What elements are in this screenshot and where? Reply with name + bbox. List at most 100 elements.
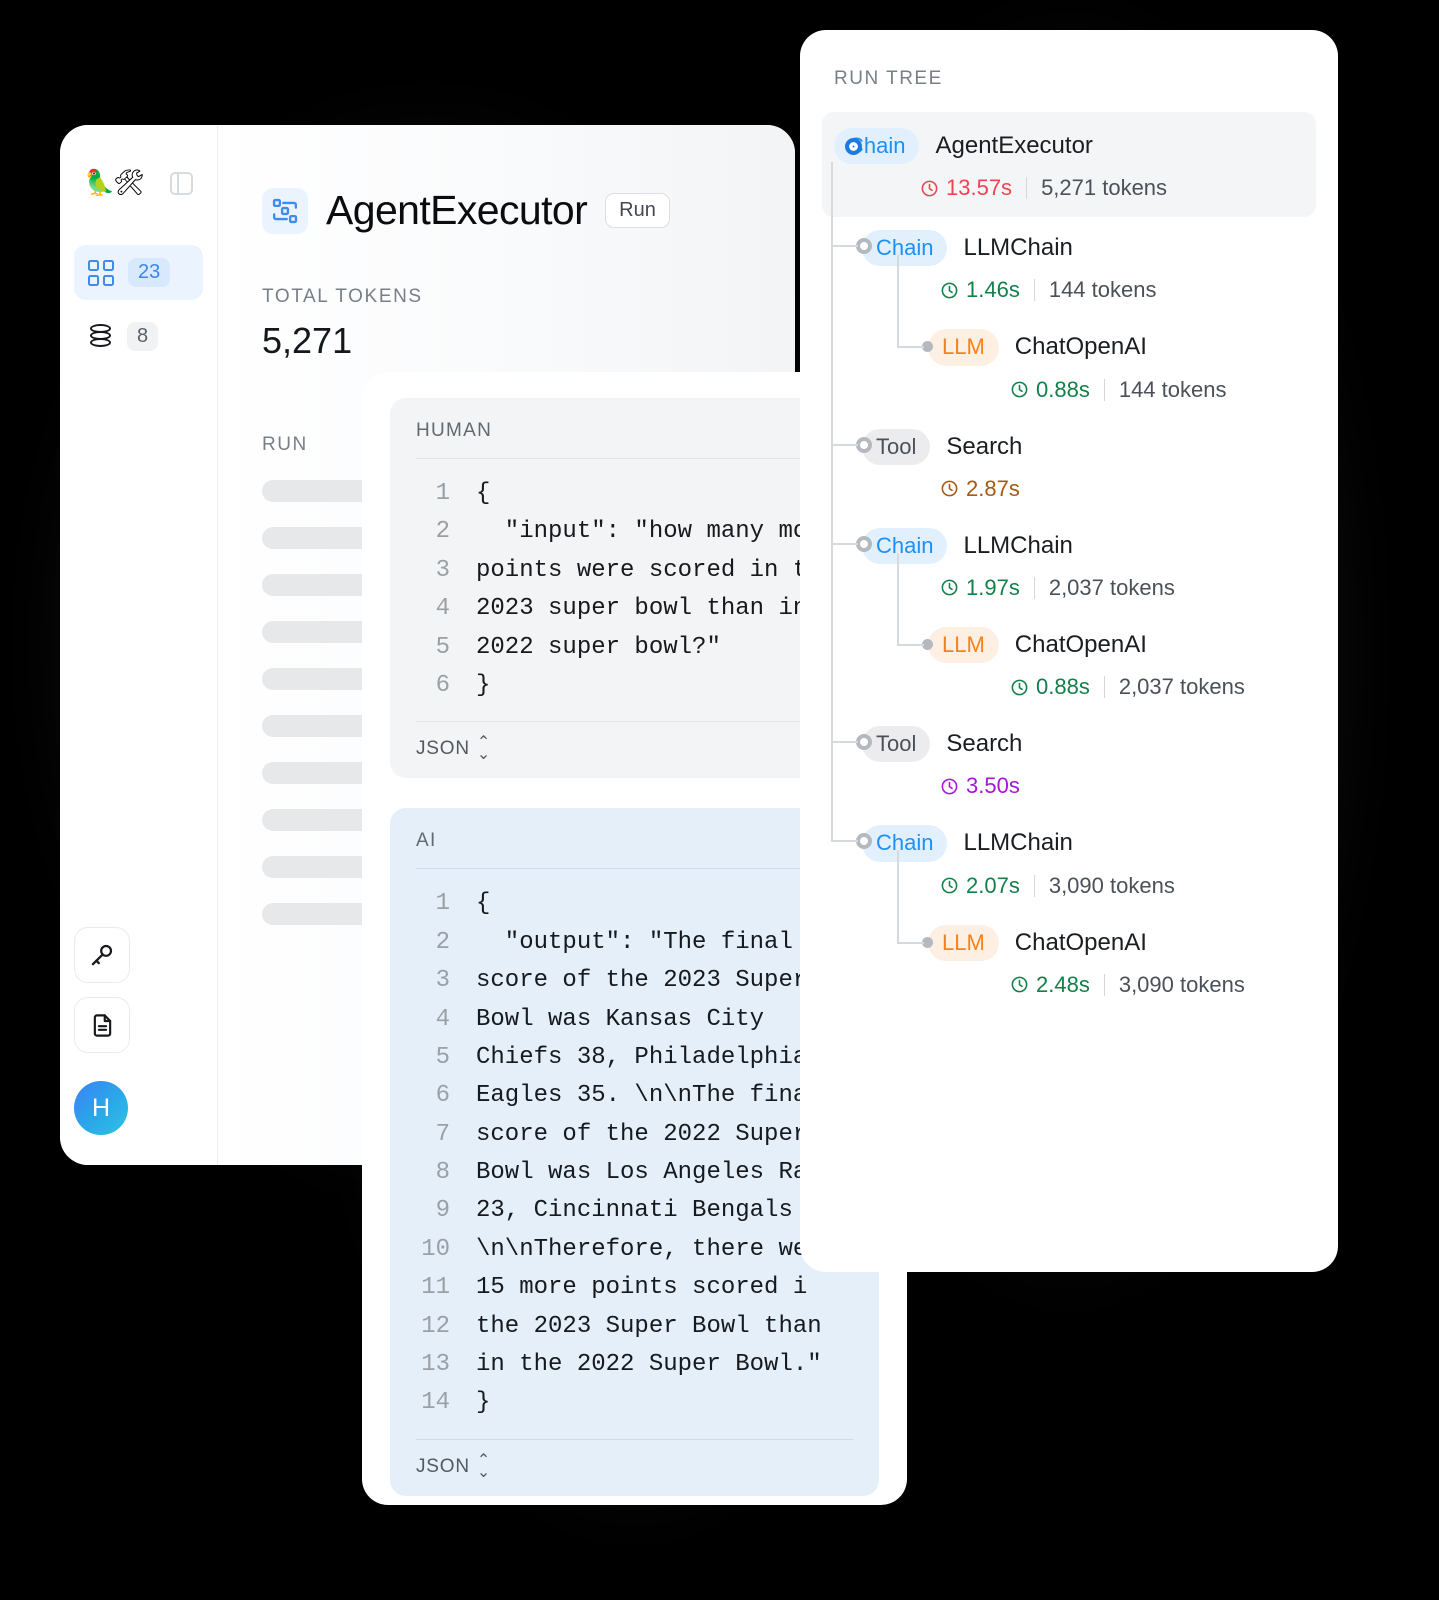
tree-connector (831, 542, 858, 545)
clock-icon (1011, 976, 1028, 993)
node-name: ChatOpenAI (1014, 630, 1147, 658)
node-type-pill: Chain (862, 527, 948, 564)
node-marker-icon (856, 734, 872, 751)
run-tree-node[interactable]: Chain AgentExecutor 13.57s 5,271 tokens (822, 112, 1316, 218)
node-metrics: 13.57s 5,271 tokens (920, 175, 1304, 201)
documentation-icon (93, 1013, 111, 1037)
run-tree-node[interactable]: LLM ChatOpenAI 2.48s 3,090 tokens (800, 912, 1338, 1011)
run-tree-node[interactable]: LLM ChatOpenAI 0.88s 2,037 tokens (800, 614, 1338, 713)
divider (1103, 676, 1105, 699)
node-tokens: 2,037 tokens (1118, 674, 1245, 700)
divider (1033, 874, 1035, 897)
ai-format-selector[interactable]: JSON ⌃ ⌄ (416, 1451, 853, 1481)
api-key-button[interactable] (74, 927, 130, 983)
divider (1033, 279, 1035, 302)
node-name: ChatOpenAI (1014, 928, 1147, 956)
node-duration: 13.57s (946, 175, 1013, 201)
node-duration: 1.97s (966, 574, 1020, 600)
node-metrics: 0.88s 2,037 tokens (1010, 674, 1338, 700)
divider (1033, 576, 1035, 599)
clock-icon (941, 778, 958, 795)
node-tokens: 5,271 tokens (1041, 175, 1168, 201)
run-tree-node[interactable]: Tool Search 2.87s (800, 416, 1338, 515)
run-tree-node[interactable]: LLM ChatOpenAI 0.88s 144 tokens (800, 316, 1338, 415)
node-tokens: 3,090 tokens (1118, 971, 1245, 997)
run-tree-node[interactable]: Chain LLMChain 2.07s 3,090 tokens (800, 812, 1338, 911)
node-name: Search (946, 432, 1023, 460)
divider (416, 458, 853, 459)
format-label: JSON (416, 1455, 470, 1477)
node-duration: 2.48s (1036, 971, 1090, 997)
node-tokens: 3,090 tokens (1048, 872, 1175, 898)
tree-connector (897, 941, 924, 944)
node-metrics: 3.50s (940, 773, 1338, 799)
code-content[interactable]: { "output": "The final score of the 2023… (476, 885, 822, 1422)
node-metrics: 2.48s 3,090 tokens (1010, 972, 1338, 998)
total-tokens-label: TOTAL TOKENS (262, 286, 423, 307)
sidebar-header: 🦜🛠 (60, 163, 217, 203)
tree-connector (831, 741, 858, 744)
code-content[interactable]: { "input": "how many mor points were sco… (476, 475, 822, 705)
node-name: AgentExecutor (935, 132, 1093, 159)
clock-icon (921, 180, 938, 197)
tree-connector (897, 850, 899, 943)
node-tokens: 2,037 tokens (1048, 574, 1175, 600)
divider (1103, 973, 1105, 996)
run-tree-header: RUN TREE (834, 68, 943, 89)
node-duration: 0.88s (1036, 674, 1090, 700)
node-metrics: 2.87s (940, 476, 1338, 502)
sidebar-footer: H (60, 927, 217, 1135)
sidebar-item-projects[interactable]: 23 (74, 245, 203, 300)
node-type-pill: LLM (928, 626, 999, 664)
human-format-selector[interactable]: JSON ⌃ ⌄ (416, 734, 853, 764)
projects-count-badge: 23 (128, 258, 171, 287)
clock-icon (941, 877, 958, 894)
chevron-updown-icon: ⌃ ⌄ (476, 734, 491, 764)
screenshot-stage: 🦜🛠 23 8 H AgentExecutor Run TOTAL TOKENS… (0, 0, 1439, 1600)
clock-icon (1011, 679, 1028, 696)
datasets-count-badge: 8 (127, 322, 159, 351)
run-tree-node[interactable]: Tool Search 3.50s (800, 713, 1338, 812)
node-duration: 1.46s (966, 277, 1020, 303)
clock-icon (1011, 381, 1028, 398)
datasets-database-icon (88, 323, 113, 350)
projects-grid-icon (88, 259, 114, 286)
clock-icon (941, 282, 958, 299)
node-type-pill: LLM (928, 329, 999, 366)
user-avatar[interactable]: H (74, 1081, 128, 1135)
node-type-pill: Tool (862, 726, 931, 763)
page-title-row: AgentExecutor Run (262, 187, 795, 234)
node-metrics: 0.88s 144 tokens (1010, 377, 1338, 403)
page-title: AgentExecutor (326, 187, 588, 233)
run-tree-node[interactable]: Chain LLMChain 1.97s 2,037 tokens (800, 515, 1338, 614)
ai-message-code: 1 2 3 4 5 6 7 8 9 10 11 12 13 14 { "outp… (416, 885, 853, 1422)
node-metrics: 1.46s 144 tokens (940, 277, 1338, 303)
node-metrics: 2.07s 3,090 tokens (940, 873, 1338, 899)
node-name: LLMChain (963, 234, 1073, 262)
node-marker-icon (856, 436, 872, 453)
line-numbers: 1 2 3 4 5 6 (435, 480, 450, 699)
langchain-logo-icon[interactable]: 🦜🛠 (84, 170, 145, 196)
human-message-role: HUMAN (416, 420, 493, 441)
divider (1026, 177, 1028, 200)
node-name: LLMChain (963, 531, 1073, 559)
node-marker-icon (856, 535, 872, 552)
node-name: Search (946, 730, 1023, 758)
ai-message-role: AI (416, 830, 437, 852)
tree-connector (831, 245, 858, 248)
api-key-icon (91, 944, 113, 966)
sidebar-toggle-icon[interactable] (170, 171, 193, 195)
workflow-nodes-icon (262, 187, 308, 234)
sidebar-item-datasets[interactable]: 8 (74, 309, 203, 364)
run-tree-node[interactable]: Chain LLMChain 1.46s 144 tokens (800, 217, 1338, 316)
human-message-code: 1 2 3 4 5 6 { "input": "how many mor poi… (416, 475, 853, 705)
tree-connector (831, 162, 833, 842)
run-tree-list: Chain AgentExecutor 13.57s 5,271 tokens Chai… (800, 112, 1338, 1031)
chevron-updown-icon: ⌃ ⌄ (476, 1451, 491, 1481)
node-type-pill: Tool (862, 428, 931, 465)
run-tree-panel: RUN TREE Chain AgentExecutor 13.57s 5,271 t… (800, 30, 1338, 1272)
node-duration: 3.50s (966, 773, 1020, 799)
node-duration: 2.07s (966, 872, 1020, 898)
divider (416, 1438, 853, 1440)
documentation-button[interactable] (74, 997, 130, 1053)
